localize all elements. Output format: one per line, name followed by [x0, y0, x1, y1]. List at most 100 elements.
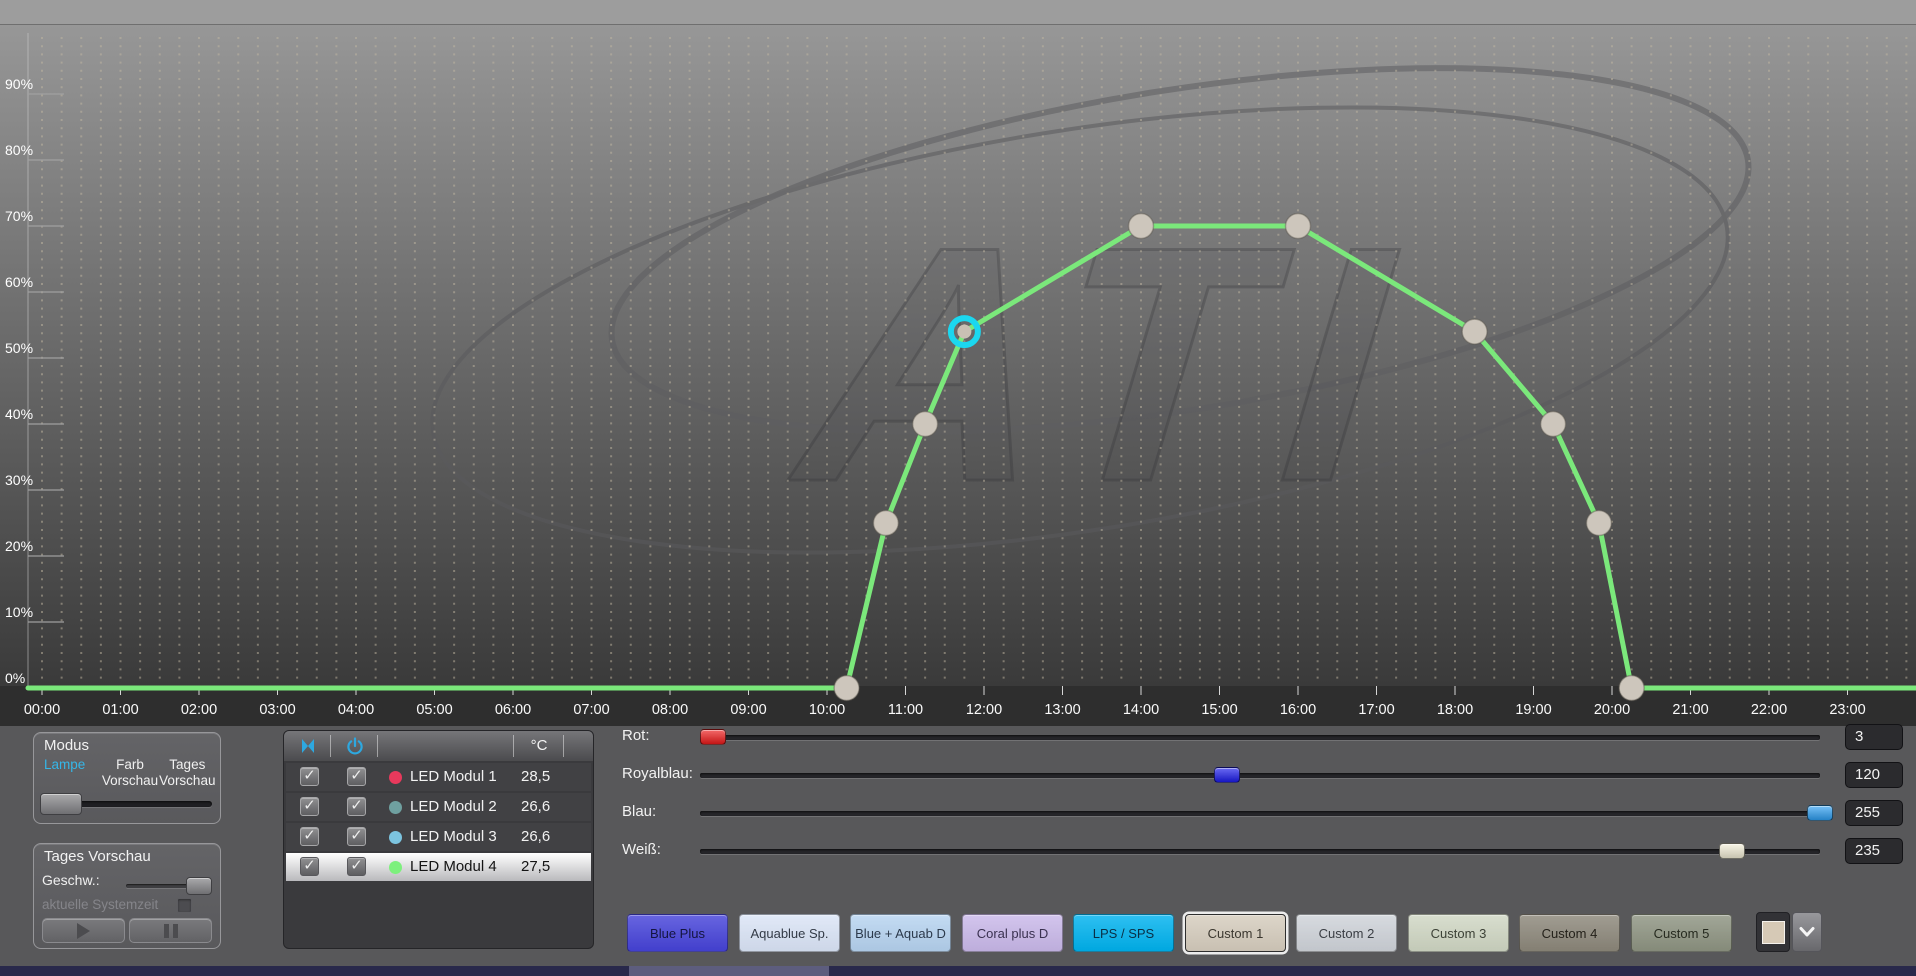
- svg-text:06:00: 06:00: [495, 702, 531, 718]
- weiss-slider-label: Weiß:: [622, 841, 661, 858]
- svg-text:00:00: 00:00: [24, 702, 60, 718]
- taskbar[interactable]: [0, 966, 1916, 976]
- svg-text:20:00: 20:00: [1594, 702, 1630, 718]
- rot-slider-track[interactable]: [700, 735, 1820, 740]
- power-icon[interactable]: [345, 736, 365, 756]
- preset-button-coral-plus-d[interactable]: Coral plus D: [962, 914, 1063, 952]
- modus-option-lampe[interactable]: Lampe: [40, 757, 101, 789]
- curve-point[interactable]: [1127, 212, 1155, 240]
- swatch-dropdown-button[interactable]: [1792, 912, 1822, 952]
- module-visible-checkbox[interactable]: ✓: [300, 767, 319, 786]
- intensity-schedule-chart[interactable]: ATI 0% 10% 20% 30% 40% 50% 60% 70% 80% 90% 00:00 0…: [0, 25, 1916, 726]
- module-visible-checkbox[interactable]: ✓: [300, 857, 319, 876]
- module-visible-checkbox[interactable]: ✓: [300, 797, 319, 816]
- preset-button-blue-plus[interactable]: Blue Plus: [627, 914, 728, 952]
- blau-slider-handle[interactable]: [1807, 805, 1833, 821]
- led-controller-app: { "chart_data": { "type": "line", "title…: [0, 0, 1916, 976]
- svg-text:07:00: 07:00: [573, 702, 609, 718]
- svg-text:40%: 40%: [5, 406, 33, 422]
- curve-point[interactable]: [1539, 410, 1567, 438]
- weiss-value-field[interactable]: 235: [1845, 838, 1903, 864]
- curve-point[interactable]: [872, 509, 900, 537]
- rot-value-field[interactable]: 3: [1845, 724, 1903, 750]
- watermark-text: ATI: [777, 178, 1432, 552]
- module-power-checkbox[interactable]: ✓: [347, 767, 366, 786]
- module-row[interactable]: ✓ ✓ LED Modul 2 26,6: [286, 793, 591, 821]
- svg-text:08:00: 08:00: [652, 702, 688, 718]
- play-icon: [77, 922, 90, 939]
- svg-text:60%: 60%: [5, 274, 33, 290]
- tages-vorschau-panel: Tages Vorschau Geschw.: aktuelle Systemz…: [33, 843, 221, 949]
- svg-text:16:00: 16:00: [1280, 702, 1316, 718]
- pause-button[interactable]: [129, 918, 212, 943]
- tages-panel-title: Tages Vorschau: [44, 848, 151, 865]
- module-row[interactable]: ✓ ✓ LED Modul 4 27,5: [286, 853, 591, 881]
- module-power-checkbox[interactable]: ✓: [347, 857, 366, 876]
- modus-option-farb-vorschau[interactable]: Farb Vorschau: [101, 757, 158, 789]
- svg-text:03:00: 03:00: [259, 702, 295, 718]
- curve-point[interactable]: [1284, 212, 1312, 240]
- svg-text:15:00: 15:00: [1201, 702, 1237, 718]
- curve-point[interactable]: [1618, 674, 1645, 702]
- royalblau-slider-label: Royalblau:: [622, 765, 693, 782]
- module-list-header: °C: [284, 731, 593, 761]
- svg-text:12:00: 12:00: [966, 702, 1002, 718]
- weiss-slider-handle[interactable]: [1719, 843, 1745, 859]
- svg-text:80%: 80%: [5, 142, 33, 158]
- module-power-checkbox[interactable]: ✓: [347, 827, 366, 846]
- modus-option-tages-vorschau[interactable]: Tages Vorschau: [159, 757, 216, 789]
- curve-point[interactable]: [911, 410, 939, 438]
- blau-value-field[interactable]: 255: [1845, 800, 1903, 826]
- play-button[interactable]: [42, 918, 125, 943]
- blau-slider-track[interactable]: [700, 811, 1820, 816]
- royalblau-slider-track[interactable]: [700, 773, 1820, 778]
- curve-point[interactable]: [833, 674, 860, 702]
- header-separator: [377, 735, 378, 757]
- taskbar-segment[interactable]: [629, 966, 829, 976]
- temperature-column-header: °C: [530, 737, 548, 754]
- window-top-strip: [0, 0, 1916, 25]
- svg-text:13:00: 13:00: [1044, 702, 1080, 718]
- chevron-down-icon: [1799, 927, 1815, 937]
- color-swatch-button[interactable]: [1756, 912, 1790, 952]
- module-power-checkbox[interactable]: ✓: [347, 797, 366, 816]
- rot-slider-label: Rot:: [622, 727, 650, 744]
- module-color-dot: [389, 861, 402, 874]
- weiss-slider-track[interactable]: [700, 849, 1820, 854]
- preset-button-aquablue-sp-[interactable]: Aquablue Sp.: [739, 914, 840, 952]
- royalblau-value-field[interactable]: 120: [1845, 762, 1903, 788]
- rot-slider-handle[interactable]: [700, 729, 726, 745]
- svg-text:02:00: 02:00: [181, 702, 217, 718]
- svg-text:01:00: 01:00: [102, 702, 138, 718]
- speed-slider-handle[interactable]: [186, 877, 212, 895]
- system-time-checkbox[interactable]: [177, 898, 192, 913]
- modus-slider-handle[interactable]: [40, 793, 82, 815]
- pause-icon: [163, 923, 178, 938]
- svg-text:05:00: 05:00: [416, 702, 452, 718]
- module-row[interactable]: ✓ ✓ LED Modul 1 28,5: [286, 763, 591, 791]
- svg-text:14:00: 14:00: [1123, 702, 1159, 718]
- preset-button-blue-aquab-d[interactable]: Blue + Aquab D: [850, 914, 951, 952]
- preset-button-lps-sps[interactable]: LPS / SPS: [1073, 914, 1174, 952]
- preset-button-custom-3[interactable]: Custom 3: [1408, 914, 1509, 952]
- curve-point[interactable]: [1585, 509, 1613, 537]
- svg-text:70%: 70%: [5, 208, 33, 224]
- svg-text:30%: 30%: [5, 472, 33, 488]
- module-name: LED Modul 3: [410, 828, 497, 845]
- svg-text:17:00: 17:00: [1358, 702, 1394, 718]
- blau-slider-label: Blau:: [622, 803, 657, 820]
- royalblau-slider-handle[interactable]: [1214, 767, 1240, 783]
- module-row[interactable]: ✓ ✓ LED Modul 3 26,6: [286, 823, 591, 851]
- modus-options: Lampe Farb Vorschau Tages Vorschau: [40, 757, 216, 789]
- preset-button-custom-2[interactable]: Custom 2: [1296, 914, 1397, 952]
- preset-button-custom-1[interactable]: Custom 1: [1185, 914, 1286, 952]
- preset-button-custom-5[interactable]: Custom 5: [1631, 914, 1732, 952]
- module-color-dot: [389, 831, 402, 844]
- svg-text:23:00: 23:00: [1829, 702, 1865, 718]
- module-visible-checkbox[interactable]: ✓: [300, 827, 319, 846]
- curve-point[interactable]: [1461, 318, 1488, 345]
- speed-label: Geschw.:: [42, 872, 100, 888]
- module-temperature: 28,5: [521, 768, 551, 785]
- channels-link-icon[interactable]: [298, 736, 318, 756]
- preset-button-custom-4[interactable]: Custom 4: [1519, 914, 1620, 952]
